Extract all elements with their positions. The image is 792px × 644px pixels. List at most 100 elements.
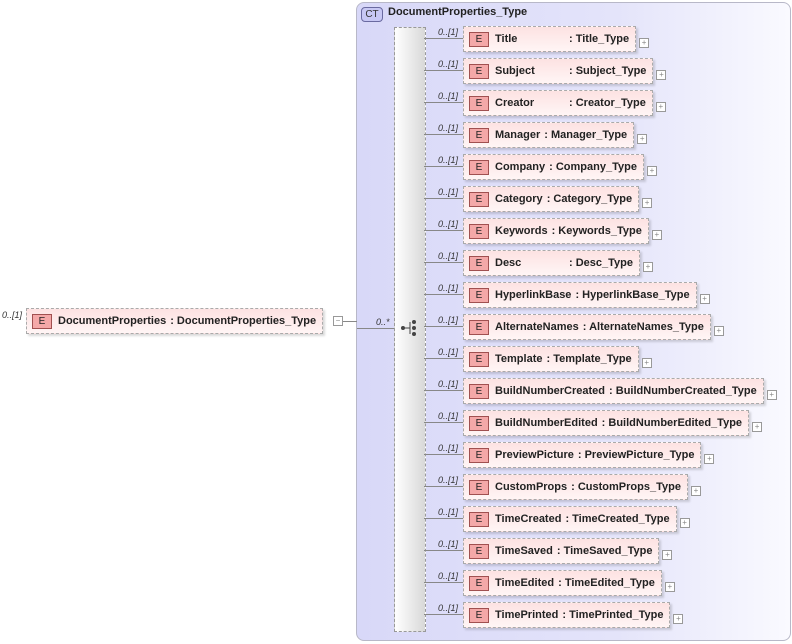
expand-icon[interactable]: +: [662, 550, 673, 560]
element-company[interactable]: E Company : Company_Type: [463, 154, 644, 180]
element-template[interactable]: E Template : Template_Type: [463, 346, 639, 372]
element-subject[interactable]: E Subject : Subject_Type: [463, 58, 654, 84]
collapse-icon[interactable]: −: [333, 316, 343, 326]
element-type: : Desc_Type: [569, 257, 633, 269]
element-badge: E: [469, 319, 489, 335]
element-customprops[interactable]: E CustomProps : CustomProps_Type: [463, 474, 688, 500]
expand-icon[interactable]: +: [656, 70, 667, 80]
element-name: Template: [495, 353, 543, 365]
child-cardinality: 0..[1]: [438, 251, 459, 261]
element-name: BuildNumberCreated: [495, 385, 606, 397]
element-type: : TimeSaved_Type: [556, 545, 653, 557]
child-cardinality: 0..[1]: [438, 379, 459, 389]
child-cardinality: 0..[1]: [438, 571, 459, 581]
connector-line: [424, 358, 463, 359]
expand-icon[interactable]: +: [642, 198, 653, 208]
child-cardinality: 0..[1]: [438, 411, 459, 421]
child-cardinality: 0..[1]: [438, 315, 459, 325]
element-keywords[interactable]: E Keywords : Keywords_Type: [463, 218, 649, 244]
element-buildnumbercreated[interactable]: E BuildNumberCreated : BuildNumberCreate…: [463, 378, 764, 404]
element-badge: E: [469, 511, 489, 527]
element-type: : Manager_Type: [544, 129, 628, 141]
connector-line: [424, 614, 463, 615]
connector-line: [424, 198, 463, 199]
expand-icon[interactable]: +: [699, 294, 710, 304]
expand-icon[interactable]: +: [704, 454, 715, 464]
complex-type-title: DocumentProperties_Type: [388, 6, 528, 18]
element-alternatenames[interactable]: E AlternateNames : AlternateNames_Type: [463, 314, 711, 340]
element-name: TimeCreated: [495, 513, 562, 525]
element-name: Keywords: [495, 225, 548, 237]
child-cardinality: 0..[1]: [438, 219, 459, 229]
element-name: AlternateNames: [495, 321, 579, 333]
expand-icon[interactable]: +: [651, 230, 662, 240]
child-row-hyperlinkbase: E HyperlinkBase : HyperlinkBase_Type +: [463, 282, 710, 308]
element-timeedited[interactable]: E TimeEdited : TimeEdited_Type: [463, 570, 662, 596]
expand-icon[interactable]: +: [637, 134, 648, 144]
child-row-creator: E Creator : Creator_Type +: [463, 90, 666, 116]
element-type: : TimeEdited_Type: [558, 577, 655, 589]
connector-line: [343, 321, 357, 322]
element-badge: E: [469, 575, 489, 591]
child-row-template: E Template : Template_Type +: [463, 346, 652, 372]
element-manager[interactable]: E Manager : Manager_Type: [463, 122, 635, 148]
expand-icon[interactable]: +: [713, 326, 724, 336]
element-creator[interactable]: E Creator : Creator_Type: [463, 90, 653, 116]
root-element-documentproperties[interactable]: E DocumentProperties : DocumentPropertie…: [26, 308, 324, 334]
connector-line: [357, 328, 394, 329]
connector-line: [424, 70, 463, 71]
element-timeprinted[interactable]: E TimePrinted : TimePrinted_Type: [463, 602, 671, 628]
element-timecreated[interactable]: E TimeCreated : TimeCreated_Type: [463, 506, 677, 532]
expand-icon[interactable]: +: [641, 358, 652, 368]
element-type: : Company_Type: [549, 161, 637, 173]
expand-icon[interactable]: +: [690, 486, 701, 496]
expand-icon[interactable]: +: [643, 262, 653, 272]
child-row-buildnumberedited: E BuildNumberEdited : BuildNumberEdited_…: [463, 410, 763, 436]
child-row-desc: E Desc : Desc_Type +: [463, 250, 653, 276]
connector-line: [424, 294, 463, 295]
element-name: Title: [495, 33, 518, 45]
expand-icon[interactable]: +: [766, 390, 777, 400]
element-name: Creator: [495, 97, 535, 109]
child-cardinality: 0..[1]: [438, 91, 459, 101]
child-row-category: E Category : Category_Type +: [463, 186, 653, 212]
connector-line: [424, 422, 463, 423]
child-row-customprops: E CustomProps : CustomProps_Type +: [463, 474, 701, 500]
child-cardinality: 0..[1]: [438, 507, 459, 517]
sequence-cardinality: 0..*: [376, 317, 390, 327]
expand-icon[interactable]: +: [655, 102, 666, 112]
element-timesaved[interactable]: E TimeSaved : TimeSaved_Type: [463, 538, 660, 564]
expand-icon[interactable]: +: [646, 166, 657, 176]
element-name: TimeEdited: [495, 577, 555, 589]
element-title[interactable]: E Title : Title_Type: [463, 26, 637, 52]
element-category[interactable]: E Category : Category_Type: [463, 186, 640, 212]
element-type: : DocumentProperties_Type: [170, 315, 317, 327]
element-type: : CustomProps_Type: [571, 481, 681, 493]
element-badge: E: [469, 479, 489, 495]
connector-line: [424, 262, 463, 263]
element-badge: E: [469, 191, 489, 207]
element-buildnumberedited[interactable]: E BuildNumberEdited : BuildNumberEdited_…: [463, 410, 750, 436]
expand-icon[interactable]: +: [639, 38, 650, 48]
element-name: TimeSaved: [495, 545, 553, 557]
expand-icon[interactable]: +: [752, 422, 763, 432]
element-name: CustomProps: [495, 481, 568, 493]
element-badge: E: [469, 447, 489, 463]
element-badge: E: [469, 127, 489, 143]
element-type: : Subject_Type: [569, 65, 647, 77]
child-row-previewpicture: E PreviewPicture : PreviewPicture_Type +: [463, 442, 715, 468]
element-previewpicture[interactable]: E PreviewPicture : PreviewPicture_Type: [463, 442, 702, 468]
child-row-buildnumbercreated: E BuildNumberCreated : BuildNumberCreate…: [463, 378, 777, 404]
element-type: : BuildNumberCreated_Type: [609, 385, 757, 397]
element-hyperlinkbase[interactable]: E HyperlinkBase : HyperlinkBase_Type: [463, 282, 697, 308]
expand-icon[interactable]: +: [664, 582, 675, 592]
element-badge: E: [469, 287, 489, 303]
expand-icon[interactable]: +: [673, 614, 684, 624]
child-row-subject: E Subject : Subject_Type +: [463, 58, 667, 84]
sequence-icon: [401, 320, 416, 336]
expand-icon[interactable]: +: [679, 518, 690, 528]
element-type: : AlternateNames_Type: [582, 321, 704, 333]
child-row-timesaved: E TimeSaved : TimeSaved_Type +: [463, 538, 673, 564]
element-desc[interactable]: E Desc : Desc_Type: [463, 250, 640, 276]
child-cardinality: 0..[1]: [438, 443, 459, 453]
